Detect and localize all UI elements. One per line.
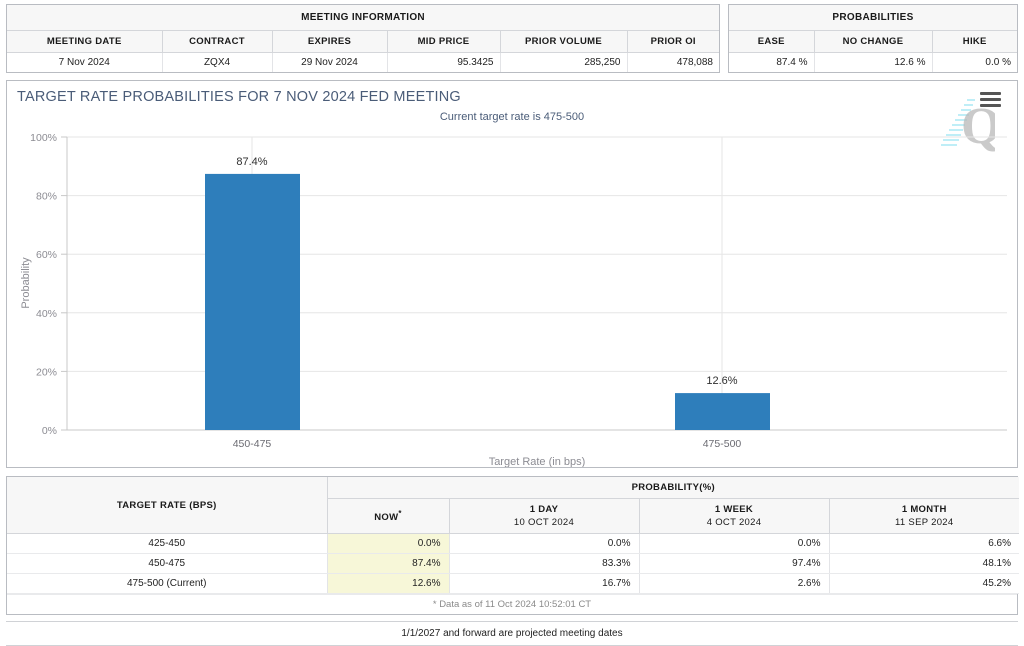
- col-1-month: 1 MONTH 11 SEP 2024: [829, 499, 1019, 534]
- table-header-row: EASE NO CHANGE HIKE: [729, 31, 1017, 53]
- col-contract: CONTRACT: [162, 31, 272, 53]
- cell-prior-oi: 478,088: [627, 53, 719, 73]
- cell-no-change: 12.6 %: [814, 53, 932, 73]
- bar-475-500[interactable]: [675, 393, 770, 430]
- cell-1-month: 45.2%: [829, 574, 1019, 594]
- col-hike: HIKE: [932, 31, 1017, 53]
- cell-now: 0.0%: [327, 534, 449, 554]
- y-tick-label: 20%: [36, 366, 57, 378]
- hamburger-line: [980, 104, 1001, 107]
- probabilities-table: EASE NO CHANGE HIKE 87.4 % 12.6 % 0.0 %: [729, 31, 1017, 72]
- x-tick-label-475-500: 475-500: [703, 438, 742, 450]
- cell-1-month: 48.1%: [829, 554, 1019, 574]
- bar-label-475-500: 12.6%: [706, 375, 737, 387]
- hamburger-line: [980, 92, 1001, 95]
- col-now-label: NOW: [374, 512, 398, 523]
- probability-table: TARGET RATE (BPS) PROBABILITY(%) NOW* 1 …: [7, 477, 1019, 594]
- table-row: 425-450 0.0% 0.0% 0.0% 6.6%: [7, 534, 1019, 554]
- y-tick-marks: [61, 137, 67, 430]
- cell-1-week: 2.6%: [639, 574, 829, 594]
- table-row: 450-475 87.4% 83.3% 97.4% 48.1%: [7, 554, 1019, 574]
- table-row: 87.4 % 12.6 % 0.0 %: [729, 53, 1017, 73]
- probabilities-title: PROBABILITIES: [729, 5, 1017, 31]
- cell-1-day: 83.3%: [449, 554, 639, 574]
- y-tick-label: 0%: [42, 425, 57, 437]
- y-tick-label: 40%: [36, 308, 57, 320]
- y-tick-label: 80%: [36, 191, 57, 203]
- x-axis-title: Target Rate (in bps): [489, 456, 586, 467]
- col-prior-volume: PRIOR VOLUME: [500, 31, 627, 53]
- projected-dates-footnote: 1/1/2027 and forward are projected meeti…: [6, 621, 1018, 646]
- hamburger-menu-icon[interactable]: [980, 92, 1001, 110]
- col-no-change: NO CHANGE: [814, 31, 932, 53]
- cell-meeting-date: 7 Nov 2024: [7, 53, 162, 73]
- col-ease: EASE: [729, 31, 814, 53]
- cell-expires: 29 Nov 2024: [272, 53, 387, 73]
- chart-panel: TARGET RATE PROBABILITIES FOR 7 NOV 2024…: [6, 80, 1018, 468]
- col-1-month-label: 1 MONTH: [902, 504, 947, 515]
- y-tick-label: 60%: [36, 249, 57, 261]
- cell-1-week: 97.4%: [639, 554, 829, 574]
- col-1-week: 1 WEEK 4 OCT 2024: [639, 499, 829, 534]
- cell-contract: ZQX4: [162, 53, 272, 73]
- bar-label-450-475: 87.4%: [236, 156, 267, 168]
- meeting-information-table: MEETING DATE CONTRACT EXPIRES MID PRICE …: [7, 31, 719, 72]
- cell-1-day: 16.7%: [449, 574, 639, 594]
- data-as-of-note: * Data as of 11 Oct 2024 10:52:01 CT: [7, 594, 1017, 614]
- cell-1-month: 6.6%: [829, 534, 1019, 554]
- hamburger-line: [980, 98, 1001, 101]
- probabilities-panel: PROBABILITIES EASE NO CHANGE HIKE 87.4 %…: [728, 4, 1018, 73]
- col-target-rate-bps: TARGET RATE (BPS): [7, 477, 327, 534]
- table-header-row: MEETING DATE CONTRACT EXPIRES MID PRICE …: [7, 31, 719, 53]
- y-axis-title: Probability: [20, 257, 32, 309]
- cell-hike: 0.0 %: [932, 53, 1017, 73]
- chart-title: TARGET RATE PROBABILITIES FOR 7 NOV 2024…: [7, 81, 1017, 105]
- meeting-information-title: MEETING INFORMATION: [7, 5, 719, 31]
- col-now-superscript: *: [398, 509, 401, 518]
- cell-ease: 87.4 %: [729, 53, 814, 73]
- table-row: 7 Nov 2024 ZQX4 29 Nov 2024 95.3425 285,…: [7, 53, 719, 73]
- y-tick-label: 100%: [30, 132, 57, 144]
- cell-target-rate: 475-500 (Current): [7, 574, 327, 594]
- cell-now: 87.4%: [327, 554, 449, 574]
- top-summary-row: MEETING INFORMATION MEETING DATE CONTRAC…: [0, 0, 1024, 73]
- bar-450-475[interactable]: [205, 174, 300, 430]
- table-row: 475-500 (Current) 12.6% 16.7% 2.6% 45.2%: [7, 574, 1019, 594]
- x-tick-label-450-475: 450-475: [233, 438, 272, 450]
- col-mid-price: MID PRICE: [387, 31, 500, 53]
- bar-chart-svg: 100% 80% 60% 40% 20% 0% Probability 87.4…: [7, 125, 1017, 467]
- col-probability-group: PROBABILITY(%): [327, 477, 1019, 499]
- cell-target-rate: 425-450: [7, 534, 327, 554]
- cell-mid-price: 95.3425: [387, 53, 500, 73]
- col-1-month-date: 11 SEP 2024: [834, 515, 1016, 528]
- col-1-week-label: 1 WEEK: [715, 504, 753, 515]
- col-prior-oi: PRIOR OI: [627, 31, 719, 53]
- category-gridlines: [252, 137, 722, 430]
- page-root: MEETING INFORMATION MEETING DATE CONTRAC…: [0, 0, 1024, 598]
- cell-now: 12.6%: [327, 574, 449, 594]
- cell-prior-volume: 285,250: [500, 53, 627, 73]
- cell-target-rate: 450-475: [7, 554, 327, 574]
- col-1-day: 1 DAY 10 OCT 2024: [449, 499, 639, 534]
- chart-subtitle: Current target rate is 475-500: [7, 111, 1017, 123]
- col-1-day-date: 10 OCT 2024: [454, 515, 635, 528]
- col-now: NOW*: [327, 499, 449, 534]
- col-1-week-date: 4 OCT 2024: [644, 515, 825, 528]
- probability-table-panel: TARGET RATE (BPS) PROBABILITY(%) NOW* 1 …: [6, 476, 1018, 615]
- cell-1-day: 0.0%: [449, 534, 639, 554]
- cell-1-week: 0.0%: [639, 534, 829, 554]
- chart-plot-area: 100% 80% 60% 40% 20% 0% Probability 87.4…: [7, 125, 1017, 467]
- meeting-information-panel: MEETING INFORMATION MEETING DATE CONTRAC…: [6, 4, 720, 73]
- table-header-group-row: TARGET RATE (BPS) PROBABILITY(%): [7, 477, 1019, 499]
- col-expires: EXPIRES: [272, 31, 387, 53]
- col-meeting-date: MEETING DATE: [7, 31, 162, 53]
- col-1-day-label: 1 DAY: [530, 504, 559, 515]
